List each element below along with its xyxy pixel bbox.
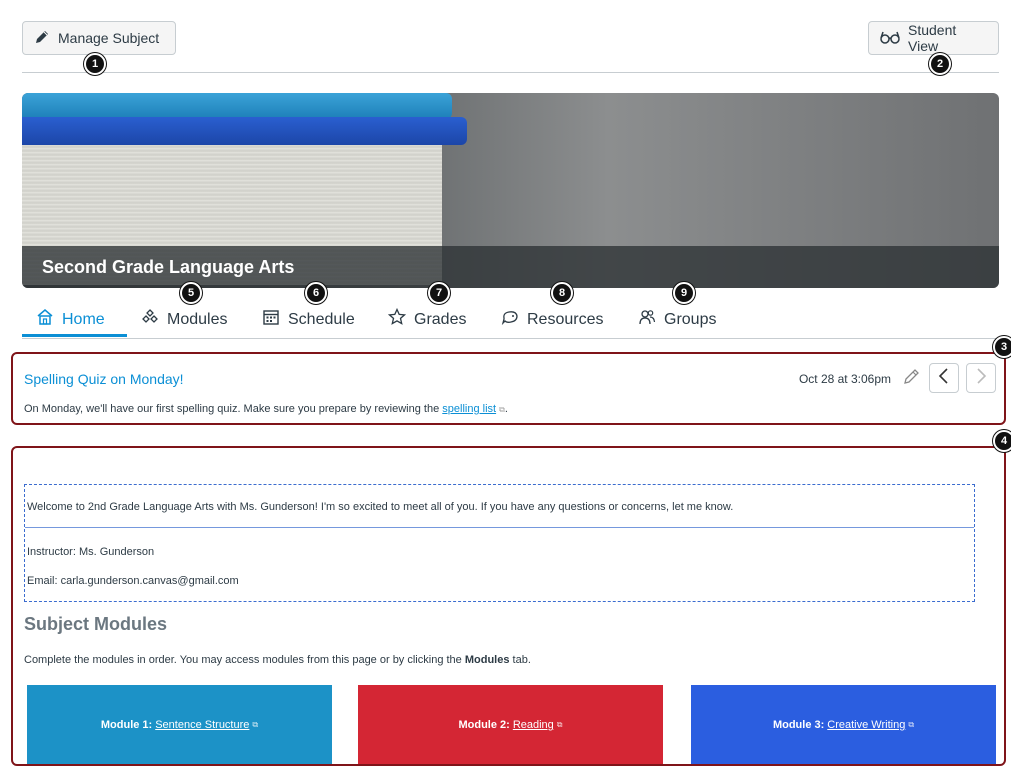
modules-icon xyxy=(141,308,159,331)
previous-announcement-button[interactable] xyxy=(929,363,959,393)
tab-groups[interactable]: Groups xyxy=(638,308,716,331)
external-link-icon: ⧉ xyxy=(556,720,563,729)
subject-hero-banner: Second Grade Language Arts xyxy=(22,93,999,288)
resources-icon xyxy=(501,308,519,331)
callout-badge: 9 xyxy=(673,282,695,304)
tab-resources[interactable]: Resources xyxy=(501,308,603,331)
module-2-prefix: Module 2: xyxy=(458,719,510,731)
instructor-email: Email: carla.gunderson.canvas@gmail.com xyxy=(27,575,239,587)
callout-badge: 8 xyxy=(551,282,573,304)
module-2-link[interactable]: Reading xyxy=(513,719,554,731)
manage-subject-button[interactable]: Manage Subject xyxy=(22,21,176,55)
student-view-button[interactable]: Student View xyxy=(868,21,999,55)
callout-badge: 4 xyxy=(993,430,1011,452)
hero-image xyxy=(22,93,452,119)
tab-schedule-label: Schedule xyxy=(288,310,355,328)
spelling-list-link[interactable]: spelling list xyxy=(442,403,496,415)
subject-title: Second Grade Language Arts xyxy=(22,246,999,288)
tabs-divider xyxy=(22,338,999,339)
student-view-label: Student View xyxy=(908,22,957,54)
tab-grades[interactable]: Grades xyxy=(387,307,467,331)
top-toolbar: Manage Subject Student View xyxy=(0,0,1011,74)
announcement-banner: Spelling Quiz on Monday! Oct 28 at 3:06p… xyxy=(11,352,1006,425)
modules-intro-suffix: tab. xyxy=(509,654,531,666)
external-link-icon: ⧉ xyxy=(908,720,915,729)
module-1-link[interactable]: Sentence Structure xyxy=(155,719,249,731)
star-icon xyxy=(387,307,407,331)
callout-badge: 7 xyxy=(428,282,450,304)
subject-home-content: Welcome to 2nd Grade Language Arts with … xyxy=(11,446,1006,766)
modules-intro-bold: Modules xyxy=(464,654,510,666)
welcome-message: Welcome to 2nd Grade Language Arts with … xyxy=(27,501,734,513)
callout-badge: 3 xyxy=(993,336,1011,358)
subject-modules-heading: Subject Modules xyxy=(24,614,168,634)
welcome-divider xyxy=(25,527,974,528)
calendar-icon xyxy=(262,308,280,331)
tab-grades-label: Grades xyxy=(414,310,467,328)
callout-badge: 2 xyxy=(929,53,951,75)
chevron-left-icon xyxy=(938,367,950,389)
tab-modules[interactable]: Modules xyxy=(141,308,227,331)
tab-modules-label: Modules xyxy=(167,310,228,328)
groups-icon xyxy=(638,308,656,331)
edit-announcement-icon[interactable] xyxy=(903,367,921,390)
tab-home[interactable]: Home xyxy=(36,308,105,331)
module-3-prefix: Module 3: xyxy=(772,719,825,731)
toolbar-divider xyxy=(22,72,999,73)
active-tab-indicator xyxy=(22,334,127,337)
module-card-3[interactable]: Module 3: Creative Writing ⧉ xyxy=(691,685,996,764)
chevron-right-icon xyxy=(975,367,987,389)
tab-home-label: Home xyxy=(62,310,105,328)
welcome-box: Welcome to 2nd Grade Language Arts with … xyxy=(24,484,975,602)
callout-badge: 1 xyxy=(84,53,106,75)
announcement-title[interactable]: Spelling Quiz on Monday! xyxy=(24,371,184,387)
hero-image-layer xyxy=(22,117,467,145)
announcement-body: On Monday, we'll have our first spelling… xyxy=(24,403,508,415)
pencil-icon xyxy=(34,29,50,48)
tab-resources-label: Resources xyxy=(527,310,604,328)
tab-schedule[interactable]: Schedule xyxy=(262,308,355,331)
external-link-icon: ⧉ xyxy=(499,405,505,414)
external-link-icon: ⧉ xyxy=(252,720,259,729)
home-icon xyxy=(36,308,54,331)
instructor-name: Instructor: Ms. Gunderson xyxy=(27,546,155,558)
callout-badge: 6 xyxy=(305,282,327,304)
announcement-body-end: . xyxy=(504,403,508,415)
next-announcement-button[interactable] xyxy=(966,363,996,393)
tab-groups-label: Groups xyxy=(664,310,717,328)
module-card-2[interactable]: Module 2: Reading ⧉ xyxy=(358,685,663,764)
glasses-icon xyxy=(880,30,900,47)
module-1-prefix: Module 1: xyxy=(100,719,153,731)
manage-subject-label: Manage Subject xyxy=(58,30,160,46)
modules-intro-text: Complete the modules in order. You may a… xyxy=(24,654,531,666)
subject-tabs: Home Modules Schedule Grades Resources G… xyxy=(22,298,999,338)
modules-intro-prefix: Complete the modules in order. You may a… xyxy=(24,654,465,666)
announcement-body-text: On Monday, we'll have our first spelling… xyxy=(24,403,443,415)
subject-title-text: Second Grade Language Arts xyxy=(42,256,295,277)
module-3-link[interactable]: Creative Writing xyxy=(827,719,905,731)
callout-badge: 5 xyxy=(180,282,202,304)
module-card-1[interactable]: Module 1: Sentence Structure ⧉ xyxy=(27,685,332,764)
announcement-date: Oct 28 at 3:06pm xyxy=(798,372,891,386)
